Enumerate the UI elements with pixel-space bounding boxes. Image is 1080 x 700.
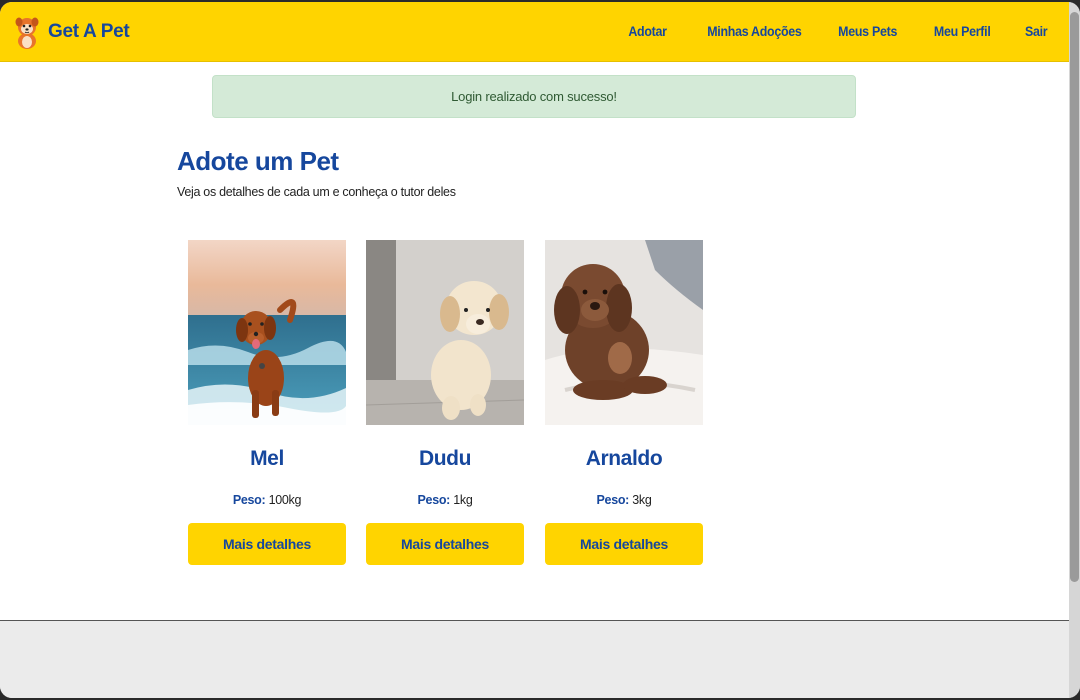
weight-value: 3kg	[632, 493, 652, 507]
weight-label: Peso:	[596, 493, 630, 507]
pet-photo-labrador-puppy	[366, 240, 524, 425]
pet-card: Arnaldo Peso: 3kg Mais detalhes	[545, 240, 703, 565]
success-alert: Login realizado com sucesso!	[212, 75, 856, 118]
pet-mascot-logo-icon	[15, 17, 39, 49]
brand[interactable]: Get A Pet	[14, 15, 130, 49]
nav-link-sair[interactable]: Sair	[1025, 24, 1048, 39]
pet-weight: Peso: 100kg	[188, 493, 346, 509]
nav-menu: Adotar Minhas Adoções Meus Pets Meu Perf…	[625, 24, 1047, 39]
scrollbar[interactable]	[1069, 2, 1080, 698]
pet-name: Mel	[250, 447, 284, 470]
brand-name: Get A Pet	[48, 20, 130, 42]
pet-card: Dudu Peso: 1kg Mais detalhes	[366, 240, 524, 565]
pet-photo-curly-brown-dog	[545, 240, 703, 425]
details-button[interactable]: Mais detalhes	[188, 523, 346, 565]
pet-weight: Peso: 1kg	[366, 493, 524, 509]
nav-link-minhas-adocoes[interactable]: Minhas Adoções	[707, 24, 802, 39]
nav-link-meu-perfil[interactable]: Meu Perfil	[934, 24, 991, 39]
browser-window: Get A Pet Adotar Minhas Adoções Meus Pet…	[0, 2, 1080, 698]
pet-weight: Peso: 3kg	[545, 493, 703, 509]
details-button[interactable]: Mais detalhes	[545, 523, 703, 565]
pet-name: Arnaldo	[585, 447, 663, 470]
pet-name: Dudu	[418, 447, 472, 470]
weight-label: Peso:	[417, 493, 451, 507]
scrollbar-thumb[interactable]	[1070, 12, 1079, 582]
weight-value: 100kg	[268, 493, 302, 507]
weight-value: 1kg	[453, 493, 473, 507]
nav-link-meus-pets[interactable]: Meus Pets	[838, 24, 897, 39]
weight-label: Peso:	[232, 493, 266, 507]
page-subtitle: Veja os detalhes de cada um e conheça o …	[177, 185, 456, 199]
footer	[0, 620, 1069, 698]
pet-photo-dog-running-beach	[188, 240, 346, 425]
pet-card: Mel Peso: 100kg Mais detalhes	[188, 240, 346, 565]
details-button[interactable]: Mais detalhes	[366, 523, 524, 565]
nav-link-adotar[interactable]: Adotar	[628, 24, 667, 39]
page-title: Adote um Pet	[177, 146, 339, 176]
navbar: Get A Pet Adotar Minhas Adoções Meus Pet…	[0, 2, 1069, 62]
main-content: Login realizado com sucesso! Adote um Pe…	[0, 62, 1069, 620]
